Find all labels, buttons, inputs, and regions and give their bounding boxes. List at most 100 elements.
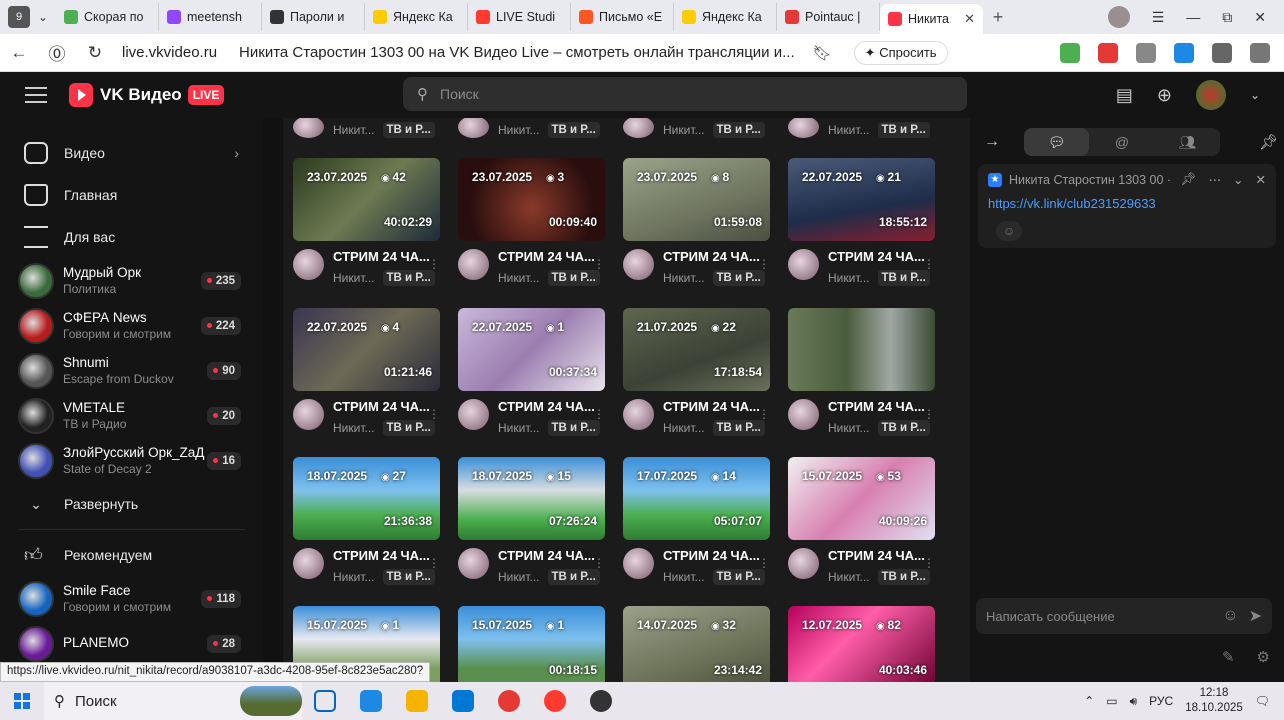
video-title[interactable]: СТРИМ 24 ЧА... <box>663 249 770 264</box>
add-reaction-icon[interactable]: ☺ <box>996 221 1022 241</box>
channel-avatar[interactable] <box>458 249 489 280</box>
channel-item[interactable]: Smile Face Говорим и смотрим 118 <box>0 576 263 621</box>
search-input[interactable]: ⚲ Поиск <box>403 77 967 111</box>
add-content-icon[interactable]: ⊕ <box>1157 85 1172 106</box>
browser-tab[interactable]: Письмо «Е <box>571 3 674 31</box>
volume-icon[interactable]: 🔊︎ <box>1130 694 1138 709</box>
pinned-link[interactable]: https://vk.link/club231529633 <box>978 187 1276 211</box>
video-card[interactable]: 23.07.2025 8 01:59:08 СТРИМ 24 ЧА... Никит..… <box>623 158 770 286</box>
more-options-icon[interactable]: ⋮ <box>758 257 770 271</box>
video-thumbnail[interactable]: 22.07.2025 1 00:37:34 <box>458 308 605 391</box>
more-options-icon[interactable]: ⋮ <box>593 556 605 570</box>
more-options-icon[interactable]: ⋮ <box>758 556 770 570</box>
video-thumbnail[interactable]: 18.07.2025 15 07:26:24 <box>458 457 605 540</box>
more-options-icon[interactable]: ⋮ <box>428 556 440 570</box>
channel-avatar[interactable] <box>293 249 324 280</box>
expand-button[interactable]: ⌄ Развернуть <box>0 483 263 525</box>
tab-list-chevron-icon[interactable]: ⌄ <box>30 10 56 24</box>
more-options-icon[interactable]: ⋮ <box>428 257 440 271</box>
pin-panel-icon[interactable]: 📌︎ <box>1259 133 1278 151</box>
video-card[interactable]: 21.07.2025 22 17:18:54 СТРИМ 24 ЧА... Никит.… <box>623 308 770 436</box>
video-card[interactable]: 14.07.2025 32 23:14:42 <box>623 606 770 688</box>
video-channel[interactable]: Никит... <box>333 421 375 435</box>
channel-avatar[interactable] <box>293 399 324 430</box>
channel-avatar[interactable] <box>788 548 819 579</box>
video-title[interactable]: СТРИМ 24 ЧА... <box>828 548 935 563</box>
extensions-icon[interactable] <box>1212 42 1232 63</box>
browser-tab[interactable]: Яндекс Ка <box>365 3 468 31</box>
video-thumbnail[interactable]: 15.07.2025 53 40:09:26 <box>788 457 935 540</box>
message-input[interactable]: Написать сообщение ☺ ➤ <box>976 598 1272 634</box>
browser-tab[interactable]: Скорая по <box>56 3 159 31</box>
menu-icon[interactable]: ☰ <box>1152 9 1165 26</box>
close-icon[interactable]: ✕ <box>1256 172 1266 187</box>
minimize-button[interactable]: — <box>1186 9 1200 25</box>
tab-close-icon[interactable]: ✕ <box>964 11 975 27</box>
channel-avatar[interactable] <box>293 548 324 579</box>
network-icon[interactable]: ▭ <box>1106 694 1117 708</box>
tab-chat-messages[interactable]: 💬︎ <box>1024 128 1090 156</box>
video-card[interactable]: 22.07.2025 21 18:55:12 СТРИМ 24 ЧА... Никит.… <box>788 158 935 286</box>
video-title[interactable]: СТРИМ 24 ЧА... <box>333 548 440 563</box>
channel-avatar[interactable] <box>788 249 819 280</box>
video-card[interactable]: 12.07.2025 82 40:03:46 <box>788 606 935 688</box>
category-tag[interactable]: ТВ и Р... <box>877 270 930 286</box>
category-tag[interactable]: ТВ и Р... <box>547 569 600 585</box>
video-title[interactable]: СТРИМ 24 ЧА... <box>333 399 440 414</box>
download-extension-icon[interactable] <box>1060 42 1080 63</box>
taskbar-app-task-view[interactable] <box>302 682 348 720</box>
tab-count-badge[interactable]: 9 <box>8 6 30 28</box>
translate-extension-icon[interactable] <box>1174 42 1194 63</box>
points-icon[interactable]: ✎ <box>1222 648 1235 666</box>
more-options-icon[interactable]: ⋮ <box>758 407 770 421</box>
category-tag[interactable]: ТВ и Р... <box>712 569 765 585</box>
chevron-down-icon[interactable]: ⌄ <box>1250 88 1260 102</box>
sidebar-item-recommend[interactable]: 👍︎ Рекомендуем <box>0 534 263 576</box>
tab-mentions[interactable]: @ <box>1089 128 1154 156</box>
channel-avatar[interactable] <box>623 249 654 280</box>
subscriptions-icon[interactable]: ▤ <box>1116 85 1133 106</box>
bookmark-icon[interactable]: 🔖︎ <box>813 44 832 62</box>
browser-tab[interactable]: Никита ✕ <box>880 4 983 34</box>
channel-item[interactable]: Shnumi Escape from Duckov 90 <box>0 348 263 393</box>
more-options-icon[interactable]: ⋮ <box>593 257 605 271</box>
more-icon[interactable]: ⋯ <box>1209 172 1222 187</box>
tab-viewers[interactable]: 👥︎ <box>1155 128 1220 156</box>
more-options-icon[interactable]: ⋮ <box>593 407 605 421</box>
video-thumbnail[interactable]: 22.07.2025 4 01:21:46 <box>293 308 440 391</box>
more-options-icon[interactable]: ⋮ <box>923 257 935 271</box>
video-channel[interactable]: Никит... <box>498 271 540 285</box>
hamburger-menu-icon[interactable] <box>25 87 47 103</box>
video-channel[interactable]: Никит... <box>663 421 705 435</box>
category-tag[interactable]: ТВ и Р... <box>547 270 600 286</box>
browser-tab[interactable]: Яндекс Ка <box>674 3 777 31</box>
more-options-icon[interactable]: ⋮ <box>923 556 935 570</box>
video-title[interactable]: СТРИМ 24 ЧА... <box>663 399 770 414</box>
video-thumbnail[interactable]: 15.07.2025 1 00:18:15 <box>458 606 605 688</box>
taskbar-app-store[interactable] <box>440 682 486 720</box>
video-thumbnail[interactable]: 12.07.2025 82 40:03:46 <box>788 606 935 688</box>
channel-item[interactable]: СФЕРА News Говорим и смотрим 224 <box>0 303 263 348</box>
collapse-chat-arrow-icon[interactable]: → <box>978 133 1006 151</box>
taskbar-app-file-explorer[interactable] <box>394 682 440 720</box>
back-button[interactable]: ← <box>0 43 38 63</box>
notifications-icon[interactable]: 🗨︎ <box>1255 694 1270 708</box>
category-tag[interactable]: ТВ и Р... <box>877 420 930 436</box>
channel-avatar[interactable] <box>623 548 654 579</box>
video-channel[interactable]: Никит... <box>663 271 705 285</box>
video-channel[interactable]: Никит... <box>498 570 540 584</box>
video-card[interactable]: СТРИМ 24 ЧА... Никит... ТВ и Р... ⋮ <box>788 308 935 436</box>
restore-button[interactable]: ⧉ <box>1222 9 1232 26</box>
taskbar-app-yandex[interactable] <box>486 682 532 720</box>
channel-avatar[interactable] <box>623 399 654 430</box>
video-card[interactable]: 15.07.2025 53 40:09:26 СТРИМ 24 ЧА... Никит.… <box>788 457 935 585</box>
ask-button[interactable]: ✦ Спросить <box>853 40 948 65</box>
video-channel[interactable]: Никит... <box>663 570 705 584</box>
new-tab-button[interactable]: + <box>983 7 1013 28</box>
close-window-button[interactable]: ✕ <box>1254 9 1266 26</box>
video-title[interactable]: СТРИМ 24 ЧА... <box>498 548 605 563</box>
partial-video-card[interactable]: Никит... ТВ и Р... <box>458 118 605 138</box>
sidebar-item-home[interactable]: Главная <box>0 174 263 216</box>
user-avatar[interactable] <box>1195 80 1226 110</box>
profile-avatar[interactable] <box>1107 6 1130 28</box>
